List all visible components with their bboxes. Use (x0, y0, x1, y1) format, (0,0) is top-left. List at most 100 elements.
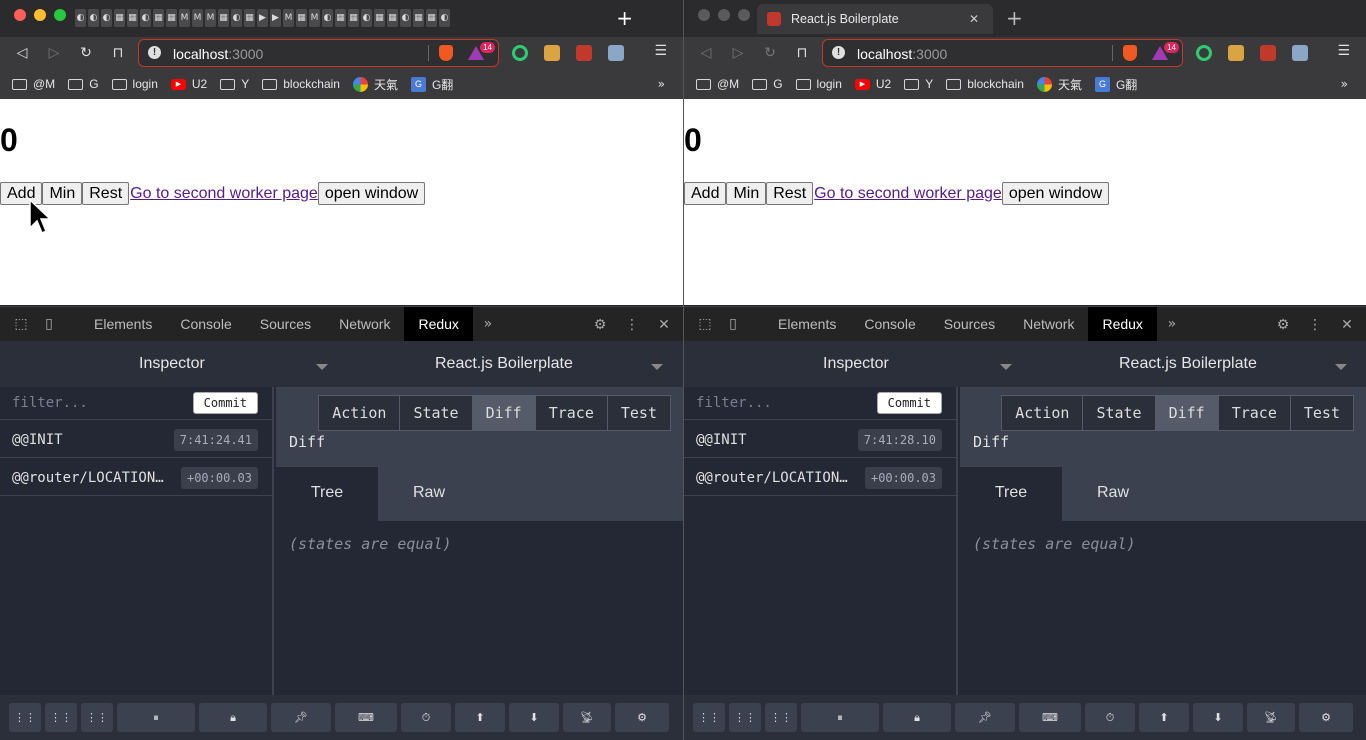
browser-tab[interactable]: ◐ (361, 9, 372, 27)
tab-raw[interactable]: Raw (1062, 467, 1164, 521)
reload-icon[interactable]: ↻ (76, 43, 96, 63)
tab-redux[interactable]: Redux (404, 307, 473, 341)
grid-icon[interactable]: ⋮⋮ (81, 703, 113, 732)
monitor-select[interactable]: Inspector (139, 355, 205, 373)
settings-icon[interactable]: ⚙ (615, 703, 669, 732)
back-icon[interactable]: ◁ (12, 43, 32, 63)
filter-input[interactable]: filter... (12, 395, 88, 411)
pin-icon[interactable]: 📌︎ (271, 703, 331, 732)
chevron-more-icon[interactable]: » (1341, 77, 1348, 91)
bookmark-folder[interactable]: Y (904, 77, 933, 91)
grid-icon[interactable]: ⋮⋮ (765, 703, 797, 732)
browser-tab[interactable]: ◐ (75, 9, 86, 27)
menu-icon[interactable]: ☰ (654, 43, 667, 59)
tab-state[interactable]: State (400, 396, 473, 430)
minimize-window-button[interactable] (718, 9, 730, 21)
list-item[interactable]: @@INIT 7:41:24.41 (0, 420, 272, 458)
kebab-menu-icon[interactable]: ⋮ (623, 316, 641, 334)
site-info-icon[interactable]: ! (148, 46, 161, 59)
list-item[interactable]: @@router/LOCATION… +00:00.03 (684, 458, 956, 496)
extension-icon[interactable] (544, 45, 560, 61)
browser-tab[interactable]: ◐ (101, 9, 112, 27)
bookmark-icon[interactable]: ⊓ (108, 43, 128, 63)
browser-tab[interactable]: ◐ (400, 9, 411, 27)
timer-icon[interactable]: ⏱ (401, 703, 451, 732)
chevron-down-icon[interactable] (1335, 364, 1347, 370)
chevron-down-icon[interactable] (651, 364, 663, 370)
address-bar[interactable]: ! localhost:3000 14 (138, 39, 499, 67)
lock-icon[interactable]: 🔒︎ (199, 703, 267, 732)
rest-button[interactable]: Rest (766, 182, 814, 205)
browser-tab[interactable]: ▦ (218, 9, 229, 27)
device-toolbar-icon[interactable]: ▯ (724, 315, 742, 333)
tab-elements[interactable]: Elements (80, 307, 166, 341)
browser-tab[interactable]: ▦ (244, 9, 255, 27)
browser-tab[interactable]: ▦ (153, 9, 164, 27)
bookmark-item[interactable]: 天氣 (1036, 76, 1082, 93)
list-item[interactable]: @@router/LOCATION… +00:00.03 (0, 458, 272, 496)
minimize-window-button[interactable] (34, 9, 46, 21)
kebab-menu-icon[interactable]: ⋮ (1306, 316, 1324, 334)
browser-tab[interactable]: ▦ (335, 9, 346, 27)
maximize-window-button[interactable] (54, 9, 66, 21)
instance-select[interactable]: React.js Boilerplate (1119, 355, 1257, 373)
second-worker-link[interactable]: Go to second worker page (130, 185, 318, 203)
remote-icon[interactable]: 📡︎ (1247, 703, 1295, 732)
close-tab-icon[interactable]: ✕ (969, 12, 979, 26)
open-window-button[interactable]: open window (1001, 182, 1110, 205)
brave-shields-icon[interactable] (439, 45, 453, 61)
bookmark-folder[interactable]: blockchain (262, 77, 340, 91)
min-button[interactable]: Min (726, 182, 767, 205)
tab-raw[interactable]: Raw (378, 467, 480, 521)
extension-icon[interactable] (1260, 45, 1276, 61)
browser-tab[interactable]: M (192, 9, 203, 27)
tab-action[interactable]: Action (319, 396, 401, 430)
tab-trace[interactable]: Trace (1218, 396, 1291, 430)
browser-tab[interactable]: ◐ (88, 9, 99, 27)
browser-tab[interactable]: M (179, 9, 190, 27)
instance-select[interactable]: React.js Boilerplate (435, 355, 573, 373)
browser-tab[interactable]: ▦ (426, 9, 437, 27)
rest-button[interactable]: Rest (82, 182, 130, 205)
device-toolbar-icon[interactable]: ▯ (40, 315, 58, 333)
forward-icon[interactable]: ▷ (728, 43, 748, 63)
browser-tab[interactable]: M (283, 9, 294, 27)
browser-tab[interactable]: ▦ (296, 9, 307, 27)
tab-trace[interactable]: Trace (535, 396, 608, 430)
tab-console[interactable]: Console (166, 307, 245, 341)
slider-right-icon[interactable]: ⋮⋮ (45, 703, 77, 732)
keyboard-icon[interactable]: ⌨ (335, 703, 397, 732)
bookmark-item[interactable]: G G翻 (1094, 76, 1137, 93)
bookmark-folder[interactable]: G (68, 77, 99, 91)
download-icon[interactable]: ⬇ (1193, 703, 1243, 732)
browser-tab-active[interactable]: React.js Boilerplate ✕ (757, 4, 993, 34)
extension-icon[interactable] (1196, 45, 1212, 61)
filter-input[interactable]: filter... (696, 395, 772, 411)
browser-tab[interactable]: ▦ (166, 9, 177, 27)
bookmark-item[interactable]: ▶ U2 (854, 77, 891, 91)
second-worker-link[interactable]: Go to second worker page (814, 185, 1002, 203)
tab-redux[interactable]: Redux (1088, 307, 1157, 341)
inspect-element-icon[interactable]: ⬚ (12, 315, 30, 333)
extension-icon[interactable] (576, 45, 592, 61)
pause-icon[interactable]: ⏸ (801, 703, 879, 732)
bookmark-folder[interactable]: Y (220, 77, 249, 91)
browser-tab[interactable]: ▦ (348, 9, 359, 27)
back-icon[interactable]: ◁ (696, 43, 716, 63)
bookmark-folder[interactable]: login (111, 77, 158, 91)
upload-icon[interactable]: ⬆ (455, 703, 505, 732)
browser-tab[interactable]: ◐ (322, 9, 333, 27)
browser-tab[interactable]: ▦ (413, 9, 424, 27)
browser-tab[interactable]: M (205, 9, 216, 27)
chevron-down-icon[interactable] (1000, 364, 1012, 370)
reload-icon[interactable]: ↻ (760, 43, 780, 63)
bookmark-item[interactable]: ▶ U2 (170, 77, 207, 91)
browser-tab[interactable]: M (309, 9, 320, 27)
browser-tab[interactable]: ▦ (387, 9, 398, 27)
upload-icon[interactable]: ⬆ (1139, 703, 1189, 732)
tab-test[interactable]: Test (1290, 396, 1353, 430)
tab-diff[interactable]: Diff (472, 396, 536, 430)
monitor-select[interactable]: Inspector (823, 355, 889, 373)
close-icon[interactable]: ✕ (1338, 316, 1356, 334)
tab-elements[interactable]: Elements (764, 307, 850, 341)
